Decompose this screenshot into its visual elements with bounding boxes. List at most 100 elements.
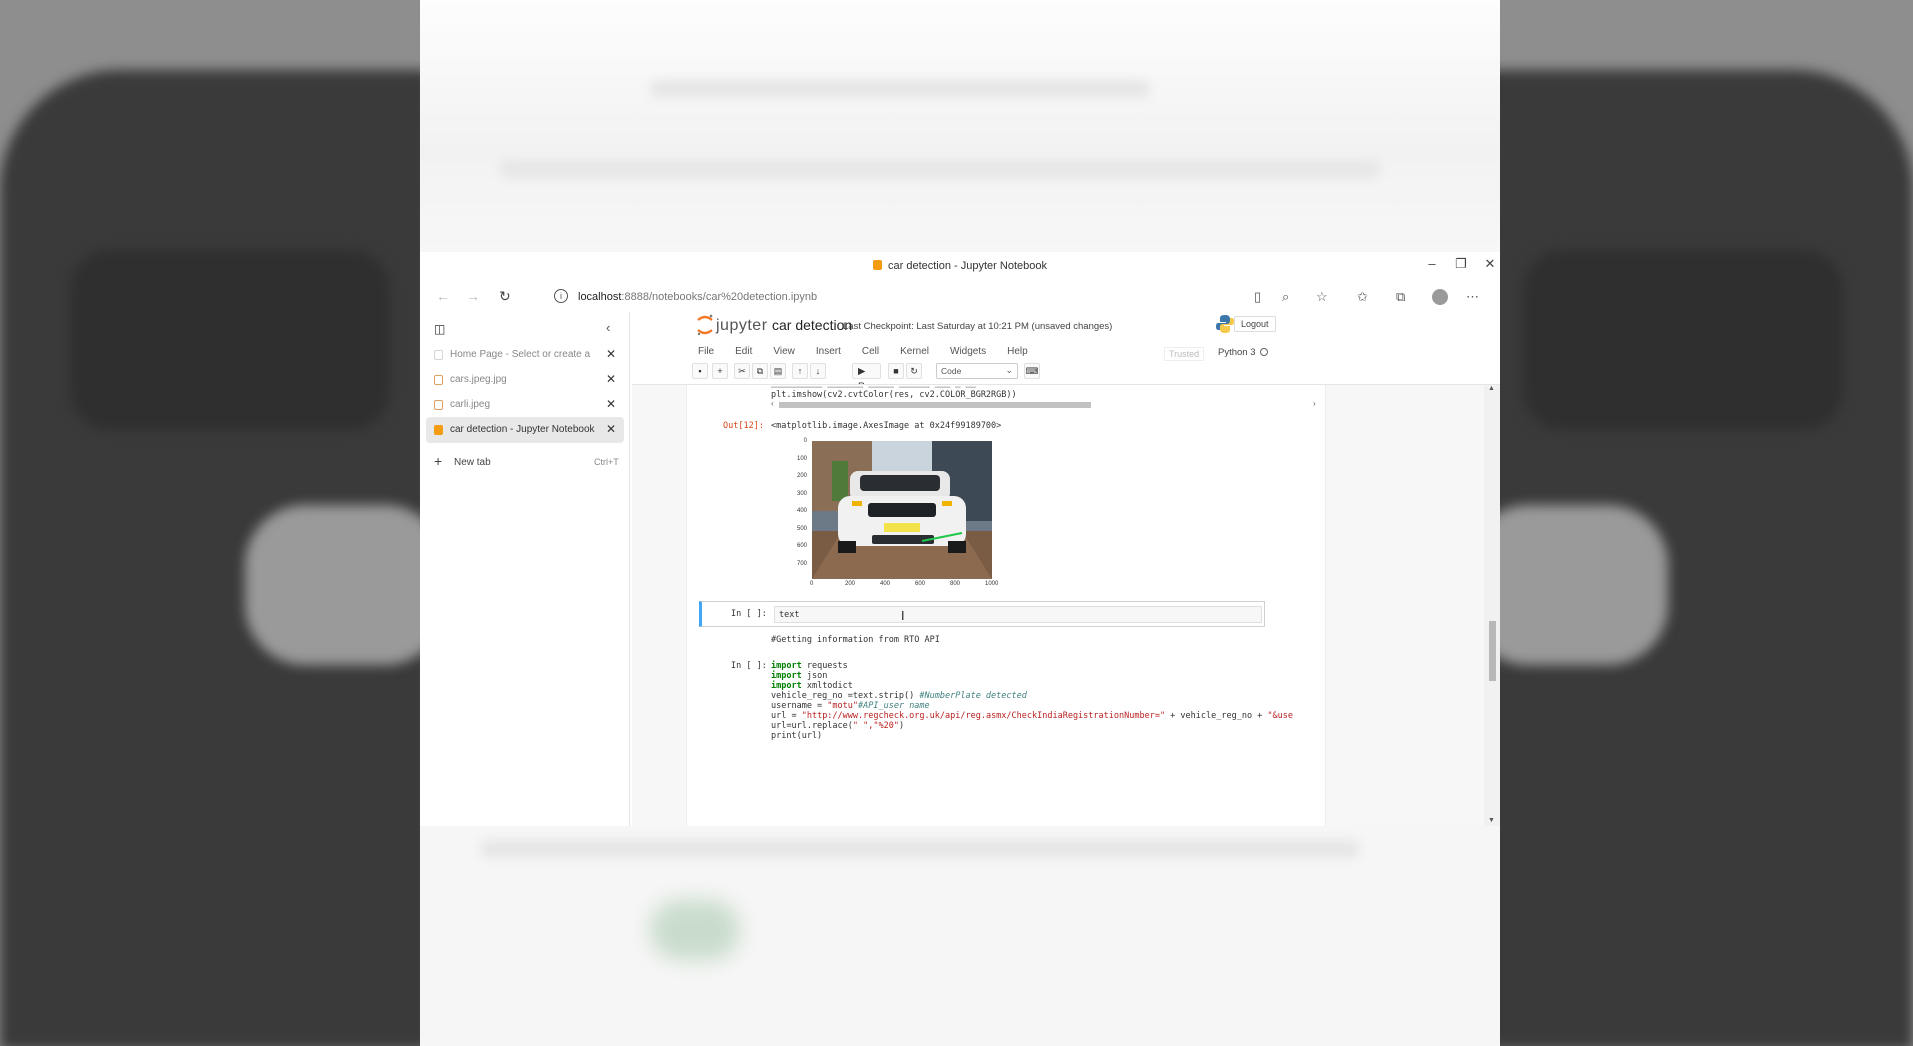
menu-item-file[interactable]: File	[698, 346, 714, 357]
window-title-text: car detection - Jupyter Notebook	[888, 260, 1047, 272]
y-tick-label: 300	[796, 490, 807, 497]
copy-icon[interactable]: ⧉	[752, 363, 768, 379]
markdown-cell-text[interactable]: #Getting information from RTO API	[771, 635, 940, 645]
jupyter-notebook: jupyter car detection Last Checkpoint: L…	[632, 312, 1500, 826]
new-tab-label: New tab	[454, 457, 491, 468]
url-field[interactable]: localhost:8888/notebooks/car%20detection…	[578, 291, 817, 303]
scroll-left-icon[interactable]: ‹	[771, 399, 774, 408]
jupyter-favicon-icon	[873, 260, 882, 270]
code-line-import: import xmltodict	[771, 681, 1293, 691]
collections-icon[interactable]: ⧉	[1396, 289, 1405, 305]
trusted-badge[interactable]: Trusted	[1164, 347, 1205, 361]
tab-item[interactable]: Home Page - Select or create a ✕	[426, 342, 624, 368]
reading-view-icon[interactable]: ▯	[1254, 289, 1261, 305]
cell3-code[interactable]: import requests import json import xmltodi…	[771, 661, 1293, 741]
blurred-text-line	[500, 160, 1380, 178]
tab-actions-icon[interactable]: ◫	[434, 322, 445, 336]
python-logo-icon	[1216, 315, 1234, 333]
horizontal-scroll-thumb[interactable]	[779, 402, 1091, 408]
paste-icon[interactable]: ▤	[770, 363, 786, 379]
menu-item-view[interactable]: View	[773, 346, 795, 357]
add-favorite-icon[interactable]: ☆	[1316, 289, 1328, 305]
x-tick-label: 0	[810, 581, 814, 587]
tab-favicon-icon	[434, 350, 443, 360]
code-line-username: username = "motu"#API_user name	[771, 701, 1293, 711]
menu-item-edit[interactable]: Edit	[735, 346, 752, 357]
tab-item[interactable]: carli.jpeg ✕	[426, 392, 624, 418]
new-tab-button[interactable]: + New tab Ctrl+T	[426, 450, 624, 474]
output-prompt: Out[12]:	[723, 421, 764, 431]
jupyter-logo-text[interactable]: jupyter	[716, 317, 768, 335]
favorites-icon[interactable]: ✩	[1357, 289, 1368, 305]
tab-item[interactable]: car detection - Jupyter Notebook ✕	[426, 417, 624, 443]
zoom-icon[interactable]: ⌕	[1282, 289, 1289, 305]
url-host: localhost	[578, 291, 622, 303]
restore-icon[interactable]: ❐	[1449, 256, 1473, 272]
collapse-tabs-icon[interactable]: ‹	[606, 320, 610, 335]
checkpoint-text: Last Checkpoint: Last Saturday at 10:21 …	[843, 321, 1029, 332]
cut-icon[interactable]: ✂	[734, 363, 750, 379]
minimize-icon[interactable]: –	[1420, 256, 1444, 271]
code-text: xmltodict	[801, 681, 853, 691]
window-title: car detection - Jupyter Notebook	[420, 260, 1500, 272]
new-tab-shortcut: Ctrl+T	[594, 457, 619, 467]
notebook-scroll-area[interactable]: ────────── ─────── ───── ────── ─── ─ ──…	[632, 384, 1500, 826]
output-text: <matplotlib.image.AxesImage at 0x24f9918…	[771, 421, 1002, 431]
forward-arrow-icon[interactable]: →	[466, 288, 480, 304]
move-up-icon[interactable]: ↑	[792, 363, 808, 379]
menu-item-insert[interactable]: Insert	[816, 346, 841, 357]
more-menu-icon[interactable]: ⋯	[1466, 289, 1479, 305]
cell-input-editor[interactable]: text	[774, 606, 1262, 623]
menu-item-kernel[interactable]: Kernel	[900, 346, 929, 357]
tab-item[interactable]: cars.jpeg.jpg ✕	[426, 367, 624, 393]
cell-type-select[interactable]: Code ⌄	[936, 363, 1018, 379]
tab-close-icon[interactable]: ✕	[606, 347, 616, 361]
close-window-icon[interactable]: ✕	[1478, 256, 1502, 272]
back-arrow-icon[interactable]: ←	[436, 288, 450, 304]
logout-button[interactable]: Logout	[1234, 316, 1276, 332]
run-button[interactable]: ▶ Run	[852, 363, 882, 392]
x-tick-label: 1000	[985, 581, 999, 587]
site-info-icon[interactable]: i	[554, 289, 568, 303]
code-line-import: import json	[771, 671, 1293, 681]
stop-icon[interactable]: ■	[888, 363, 904, 379]
tab-close-icon[interactable]: ✕	[606, 397, 616, 411]
vertical-scroll-thumb[interactable]	[1489, 621, 1496, 681]
horizontal-scrollbar[interactable]: ‹ ›	[771, 399, 1321, 409]
unsaved-changes-text: (unsaved changes)	[1031, 321, 1113, 332]
move-down-icon[interactable]: ↓	[810, 363, 826, 379]
code-text: vehicle_reg_no =text.strip()	[771, 691, 920, 701]
scroll-right-icon[interactable]: ›	[1313, 399, 1316, 408]
tab-close-icon[interactable]: ✕	[606, 372, 616, 386]
command-palette-icon[interactable]: ⌨	[1024, 363, 1040, 379]
background-car-light-left	[245, 505, 445, 665]
kernel-name: Python 3	[1218, 347, 1256, 358]
blurred-text-line	[650, 80, 1150, 98]
y-tick-label: 200	[796, 473, 807, 479]
scroll-down-icon[interactable]: ▼	[1488, 817, 1495, 824]
tab-favicon-icon	[434, 400, 443, 410]
text-cursor-icon: Ι	[901, 609, 905, 623]
checkpoint-info: Last Checkpoint: Last Saturday at 10:21 …	[843, 321, 1112, 332]
code-text: username =	[771, 701, 828, 711]
save-icon[interactable]: ▪	[692, 363, 708, 379]
code-line-vehicle-reg: vehicle_reg_no =text.strip() #NumberPlat…	[771, 691, 1293, 701]
menu-item-widgets[interactable]: Widgets	[950, 346, 986, 357]
blurred-text-line	[480, 840, 1360, 858]
restart-icon[interactable]: ↻	[906, 363, 922, 379]
code-line-imshow: plt.imshow(cv2.cvtColor(res, cv2.COLOR_B…	[771, 390, 1017, 400]
selected-code-cell[interactable]: In [ ]: text	[699, 601, 1265, 627]
vertical-scrollbar[interactable]: ▲ ▼	[1484, 385, 1500, 826]
y-tick-label: 100	[796, 455, 807, 462]
scroll-up-icon[interactable]: ▲	[1488, 385, 1495, 392]
insert-cell-icon[interactable]: +	[712, 363, 728, 379]
tab-close-icon[interactable]: ✕	[606, 422, 616, 436]
tab-favicon-icon	[434, 375, 443, 385]
profile-avatar-icon[interactable]	[1432, 289, 1448, 305]
menu-item-help[interactable]: Help	[1007, 346, 1028, 357]
menu-item-cell[interactable]: Cell	[862, 346, 879, 357]
notebook-name[interactable]: car detection	[772, 317, 852, 333]
chevron-down-icon: ⌄	[1005, 365, 1013, 375]
refresh-icon[interactable]: ↻	[499, 288, 511, 305]
code-line-print: print(url)	[771, 731, 823, 741]
